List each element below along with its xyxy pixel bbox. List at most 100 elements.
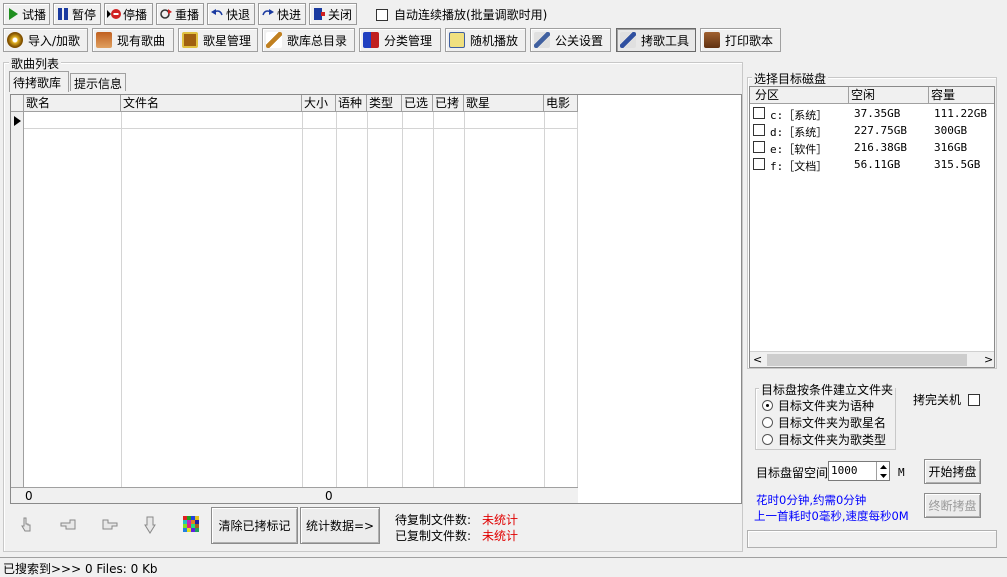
start-copy-button[interactable]: 开始拷盘 (924, 459, 981, 484)
exit-door-icon (312, 7, 326, 21)
stats-button[interactable]: 统计数据=> (300, 507, 380, 544)
col-copied[interactable]: 已拷 (433, 95, 464, 112)
footer-count: 0 (25, 489, 33, 503)
undo-arrow-icon (210, 7, 224, 21)
progress-bar (747, 530, 997, 548)
col-capacity[interactable]: 容量 (929, 87, 994, 104)
pending-label: 待复制文件数: (395, 513, 472, 527)
tab-settings[interactable]: 公关设置 (530, 28, 611, 52)
play-button[interactable]: 试播 (3, 3, 50, 25)
subtab-info[interactable]: 提示信息 (70, 73, 126, 91)
col-selected[interactable]: 已选 (402, 95, 433, 112)
portrait-icon (182, 32, 198, 48)
auto-play-option[interactable]: 自动连续播放(批量调歌时用) (376, 6, 547, 23)
play-icon (6, 7, 20, 21)
tab-singers[interactable]: 歌星管理 (178, 28, 258, 52)
speed-info: 上一首耗时0毫秒,速度每秒0M (754, 509, 909, 523)
col-type[interactable]: 类型 (367, 95, 402, 112)
col-free[interactable]: 空闲 (849, 87, 929, 104)
reserve-unit: M (898, 466, 905, 479)
auto-play-checkbox[interactable] (376, 8, 388, 21)
settings-icon (534, 32, 550, 48)
redo-arrow-icon (261, 7, 275, 21)
folder-option-language[interactable]: 目标文件夹为语种 (762, 397, 874, 414)
col-partition[interactable]: 分区 (750, 87, 849, 104)
reserve-value[interactable]: 1000 (831, 464, 858, 477)
pause-icon (56, 7, 70, 21)
folder-option-type[interactable]: 目标文件夹为歌类型 (762, 431, 886, 448)
disk-row[interactable]: f:［文档］ 56.11GB 315.5GB (750, 156, 994, 173)
tab-category[interactable]: 分类管理 (359, 28, 441, 52)
close-button[interactable]: 关闭 (309, 3, 357, 25)
shutdown-checkbox[interactable] (968, 393, 981, 406)
copied-label: 已复制文件数: (395, 529, 472, 543)
scroll-right-icon[interactable]: > (984, 353, 993, 366)
radio-singer[interactable] (762, 417, 773, 428)
radio-type[interactable] (762, 434, 773, 445)
subtab-pending[interactable]: 待拷歌库 (9, 71, 69, 92)
col-size[interactable]: 大小 (302, 95, 336, 112)
shutdown-option[interactable]: 拷完关机 (913, 391, 981, 408)
grid-footer: 0 0 (11, 487, 578, 503)
tab-import[interactable]: 导入/加歌 (3, 28, 88, 52)
tab-songs[interactable]: 现有歌曲 (92, 28, 174, 52)
category-icon (363, 32, 379, 48)
color-grid-icon[interactable] (183, 516, 199, 532)
disk-group-title: 选择目标磁盘 (752, 70, 829, 87)
stop-button[interactable]: 停播 (104, 3, 153, 25)
col-song-name[interactable]: 歌名 (24, 95, 121, 112)
replay-button[interactable]: 重播 (156, 3, 204, 25)
spin-down-icon[interactable] (876, 471, 890, 480)
tab-random[interactable]: 随机播放 (445, 28, 526, 52)
tab-catalog[interactable]: 歌库总目录 (262, 28, 355, 52)
disk-row[interactable]: e:［软件］ 216.38GB 316GB (750, 139, 994, 156)
stop-copy-button[interactable]: 终断拷盘 (924, 493, 981, 518)
col-singer[interactable]: 歌星 (464, 95, 544, 112)
copy-tool-icon (620, 32, 636, 48)
forward-button[interactable]: 快进 (258, 3, 306, 25)
disk-c-checkbox[interactable] (753, 107, 765, 119)
singer-icon (96, 32, 112, 48)
tab-print[interactable]: 打印歌本 (700, 28, 781, 52)
stop-icon (107, 7, 121, 21)
scroll-left-icon[interactable]: < (753, 353, 762, 366)
time-info: 花时0分钟,约需0分钟 (756, 493, 867, 507)
disk-list[interactable]: 分区 空闲 容量 c:［系统］ 37.35GB 111.22GB d:［系统］ … (749, 86, 995, 368)
hand-pointer-icon[interactable] (18, 516, 34, 535)
tab-copy-tool[interactable]: 拷歌工具 (616, 28, 696, 52)
song-list-title: 歌曲列表 (9, 55, 62, 72)
pending-value: 未统计 (482, 513, 519, 527)
pause-button[interactable]: 暂停 (53, 3, 101, 25)
hand-right-icon[interactable] (100, 517, 118, 534)
hand-down-icon[interactable] (143, 516, 157, 537)
hand-left-icon[interactable] (60, 517, 78, 534)
disc-icon (7, 32, 23, 48)
col-language[interactable]: 语种 (336, 95, 367, 112)
disk-e-checkbox[interactable] (753, 141, 765, 153)
disk-row[interactable]: c:［系统］ 37.35GB 111.22GB (750, 105, 994, 122)
book-icon (704, 32, 720, 48)
pencil-icon (266, 32, 282, 48)
disk-d-checkbox[interactable] (753, 124, 765, 136)
col-movie[interactable]: 电影 (544, 95, 578, 112)
col-file-name[interactable]: 文件名 (121, 95, 302, 112)
folder-option-singer[interactable]: 目标文件夹为歌星名 (762, 414, 886, 431)
clear-copied-marks-button[interactable]: 清除已拷标记 (211, 507, 298, 544)
scroll-thumb[interactable] (767, 354, 967, 366)
copied-value: 未统计 (482, 529, 519, 543)
current-row-indicator-icon (14, 115, 22, 129)
reserve-spinner[interactable]: 1000 (828, 461, 890, 481)
footer-size: 0 (325, 489, 333, 503)
spin-up-icon[interactable] (876, 462, 890, 471)
folder-options-title: 目标盘按条件建立文件夹 (759, 381, 896, 398)
song-grid[interactable]: 歌名 文件名 大小 语种 类型 已选 已拷 歌星 电影 0 0 (10, 94, 742, 504)
radio-language[interactable] (762, 400, 773, 411)
status-bar: 已搜索到>>> 0 Files: 0 Kb (0, 557, 1007, 577)
disk-f-checkbox[interactable] (753, 158, 765, 170)
disk-row[interactable]: d:［系统］ 227.75GB 300GB (750, 122, 994, 139)
status-text: 已搜索到>>> 0 Files: 0 Kb (3, 562, 158, 576)
replay-icon (159, 7, 173, 21)
shuffle-icon (449, 32, 465, 48)
disk-hscrollbar[interactable]: < > (750, 351, 994, 367)
rewind-button[interactable]: 快退 (207, 3, 255, 25)
